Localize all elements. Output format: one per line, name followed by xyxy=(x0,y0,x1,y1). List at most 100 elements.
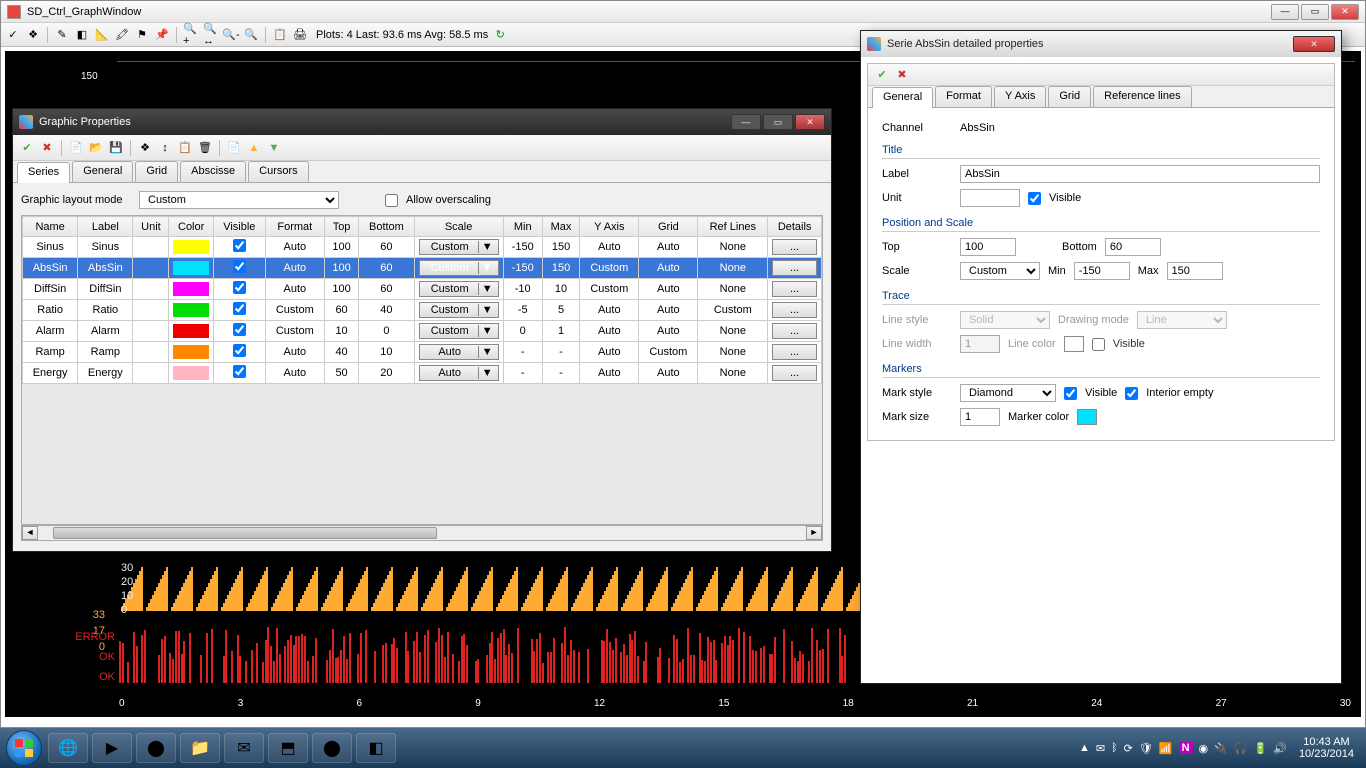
task-outlook[interactable]: ✉ xyxy=(224,733,264,763)
color-swatch[interactable] xyxy=(173,303,208,317)
task-app[interactable]: ◧ xyxy=(356,733,396,763)
interior-checkbox[interactable] xyxy=(1125,387,1138,400)
tab-grid[interactable]: Grid xyxy=(135,161,178,182)
eraser-icon[interactable]: ◧ xyxy=(74,27,90,43)
visible-checkbox[interactable] xyxy=(233,323,246,336)
task-vs[interactable]: ⬒ xyxy=(268,733,308,763)
gp-cancel-icon[interactable]: ✖ xyxy=(39,140,55,156)
scale-dropdown[interactable]: Custom▼ xyxy=(419,260,499,276)
scale-dropdown[interactable]: Custom▼ xyxy=(419,323,499,339)
zoom-reset-icon[interactable]: 🔍- xyxy=(223,27,239,43)
task-explorer[interactable]: 📁 xyxy=(180,733,220,763)
flag-icon[interactable]: ⚑ xyxy=(134,27,150,43)
tray-clock[interactable]: 10:43 AM 10/23/2014 xyxy=(1293,736,1360,760)
maximize-button[interactable]: ▭ xyxy=(1301,4,1329,20)
col-ref-lines[interactable]: Ref Lines xyxy=(698,217,768,237)
col-top[interactable]: Top xyxy=(324,217,358,237)
color-swatch[interactable] xyxy=(173,366,208,380)
series-row-sinus[interactable]: SinusSinusAuto10060Custom▼-150150AutoAut… xyxy=(23,237,822,258)
series-row-ramp[interactable]: RampRampAuto4010Auto▼--AutoCustomNone... xyxy=(23,342,822,363)
gp-save-icon[interactable]: 💾 xyxy=(108,140,124,156)
toolbar-icon-2[interactable]: ❖ xyxy=(25,27,41,43)
col-max[interactable]: Max xyxy=(542,217,580,237)
col-color[interactable]: Color xyxy=(169,217,213,237)
gp-sort-icon[interactable]: ↕ xyxy=(157,140,173,156)
task-media[interactable]: ▶ xyxy=(92,733,132,763)
series-row-energy[interactable]: EnergyEnergyAuto5020Auto▼--AutoAutoNone.… xyxy=(23,363,822,384)
mark-visible-checkbox[interactable] xyxy=(1064,387,1077,400)
visible-checkbox[interactable] xyxy=(233,302,246,315)
gp-delete-icon[interactable]: 🗑 xyxy=(197,140,213,156)
series-row-alarm[interactable]: AlarmAlarmCustom100Custom▼01AutoAutoNone… xyxy=(23,321,822,342)
refresh-icon[interactable]: ↻ xyxy=(492,27,508,43)
start-button[interactable] xyxy=(6,730,42,766)
minimize-button[interactable]: — xyxy=(1271,4,1299,20)
task-ie[interactable]: 🌐 xyxy=(48,733,88,763)
dp-ok-icon[interactable]: ✔ xyxy=(874,67,890,83)
details-button[interactable]: ... xyxy=(772,323,817,339)
tab-general[interactable]: General xyxy=(72,161,133,182)
scale-select[interactable]: Custom xyxy=(960,262,1040,280)
details-button[interactable]: ... xyxy=(772,365,817,381)
pen-icon[interactable]: ✎ xyxy=(54,27,70,43)
col-name[interactable]: Name xyxy=(23,217,78,237)
details-button[interactable]: ... xyxy=(772,302,817,318)
dp-tab-reflines[interactable]: Reference lines xyxy=(1093,86,1191,107)
task-chrome[interactable]: ⬤ xyxy=(136,733,176,763)
dp-tab-grid[interactable]: Grid xyxy=(1048,86,1091,107)
gp-doc-icon[interactable]: 📄 xyxy=(226,140,242,156)
scroll-right-button[interactable]: ► xyxy=(806,526,822,540)
dp-tab-format[interactable]: Format xyxy=(935,86,992,107)
scale-dropdown[interactable]: Auto▼ xyxy=(419,344,499,360)
marksize-input[interactable] xyxy=(960,408,1000,426)
scale-dropdown[interactable]: Custom▼ xyxy=(419,281,499,297)
color-swatch[interactable] xyxy=(173,261,208,275)
color-swatch[interactable] xyxy=(173,345,208,359)
gp-up-icon[interactable]: ▲ xyxy=(246,140,262,156)
markcolor-swatch[interactable] xyxy=(1077,409,1097,425)
dp-tab-general[interactable]: General xyxy=(872,87,933,108)
dp-titlebar[interactable]: Serie AbsSin detailed properties ✕ xyxy=(861,31,1341,57)
gp-open-icon[interactable]: 📂 xyxy=(88,140,104,156)
gp-ok-icon[interactable]: ✔ xyxy=(19,140,35,156)
gp-maximize-button[interactable]: ▭ xyxy=(763,114,793,130)
dp-close-button[interactable]: ✕ xyxy=(1293,36,1335,52)
print-icon[interactable]: 🖨 xyxy=(292,27,308,43)
tray-sync-icon[interactable]: ⟳ xyxy=(1124,742,1133,755)
gp-series-icon[interactable]: ❖ xyxy=(137,140,153,156)
color-swatch[interactable] xyxy=(173,324,208,338)
visible-checkbox[interactable] xyxy=(233,365,246,378)
series-row-diffsin[interactable]: DiffSinDiffSinAuto10060Custom▼-1010Custo… xyxy=(23,279,822,300)
bottom-input[interactable] xyxy=(1105,238,1161,256)
min-input[interactable] xyxy=(1074,262,1130,280)
col-bottom[interactable]: Bottom xyxy=(359,217,414,237)
visible-checkbox[interactable] xyxy=(233,344,246,357)
layout-mode-select[interactable]: Custom xyxy=(139,191,339,209)
col-label[interactable]: Label xyxy=(78,217,133,237)
col-format[interactable]: Format xyxy=(265,217,324,237)
col-unit[interactable]: Unit xyxy=(133,217,169,237)
visible-checkbox[interactable] xyxy=(233,239,246,252)
top-input[interactable] xyxy=(960,238,1016,256)
toolbar-icon-1[interactable]: ✓ xyxy=(5,27,21,43)
unit-input[interactable] xyxy=(960,189,1020,207)
details-button[interactable]: ... xyxy=(772,281,817,297)
tray-bt-icon[interactable]: ᛒ xyxy=(1111,742,1118,754)
visible-checkbox[interactable] xyxy=(233,281,246,294)
details-button[interactable]: ... xyxy=(772,260,817,276)
gp-hscroll[interactable]: ◄ ► xyxy=(21,525,823,541)
details-button[interactable]: ... xyxy=(772,344,817,360)
col-scale[interactable]: Scale xyxy=(414,217,503,237)
overscaling-checkbox[interactable] xyxy=(385,194,398,207)
max-input[interactable] xyxy=(1167,262,1223,280)
scale-dropdown[interactable]: Custom▼ xyxy=(419,302,499,318)
zoom-in-icon[interactable]: 🔍+ xyxy=(183,27,199,43)
series-row-abssin[interactable]: AbsSinAbsSinAuto10060Custom▼-150150Custo… xyxy=(23,258,822,279)
tray-net-icon[interactable]: 📶 xyxy=(1159,742,1173,755)
task-chrome2[interactable]: ⬤ xyxy=(312,733,352,763)
gp-down-icon[interactable]: ▼ xyxy=(266,140,282,156)
tray-shield-icon[interactable]: 🛡 xyxy=(1139,742,1153,755)
copy-icon[interactable]: 📋 xyxy=(272,27,288,43)
scroll-thumb[interactable] xyxy=(53,527,437,539)
dp-cancel-icon[interactable]: ✖ xyxy=(894,67,910,83)
